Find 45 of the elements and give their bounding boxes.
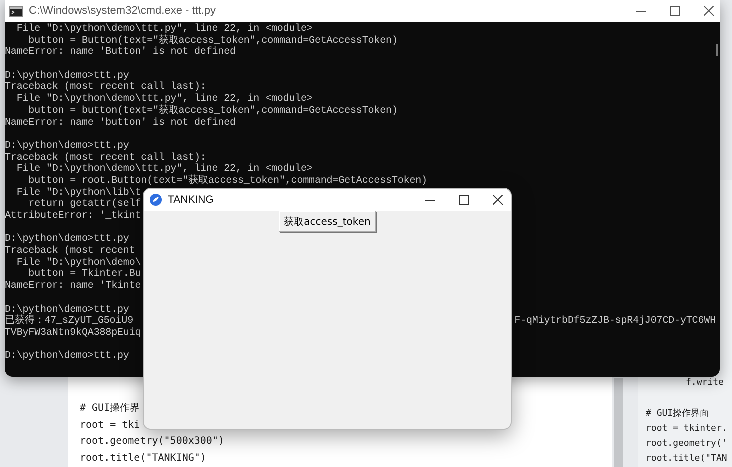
console-line: Traceback (most recent call last): xyxy=(5,82,206,94)
console-line: File "D:\python\demo\ttt.py", line 22, in <module> xyxy=(16,24,313,35)
console-line: Traceback (most recent xyxy=(5,246,136,258)
console-line: F-qMiytrbDf5zZJB-spR4jJ07CD-yTC6WH xyxy=(514,316,716,328)
code-line: root = tki xyxy=(80,418,142,432)
console-line: button = root.Button(text="获取access_token",command=GetAccessToken) xyxy=(28,176,428,188)
code-line: root.geometry("500x300") xyxy=(80,435,226,449)
terminal-icon xyxy=(9,6,23,16)
window-title: TANKING xyxy=(168,194,214,206)
console-line: File "D:\python\demo\ttt.py", line 22, in <module> xyxy=(16,94,313,106)
code-line: # GUI操作界 xyxy=(80,402,142,416)
console-line: TVByFW3aNtn9kQA388pEuiq xyxy=(5,328,142,340)
console-line: button = Button(text="获取access_token",command=GetAccessToken) xyxy=(5,36,398,48)
console-line: return getattr(self xyxy=(28,199,142,210)
code-line: root.title("TAN xyxy=(646,453,728,466)
close-icon[interactable] xyxy=(704,6,714,16)
console-line: button = Tkinter.Bu xyxy=(28,269,142,280)
console-line: Traceback (most recent call last): xyxy=(5,152,206,164)
console-line: NameError: name 'Button' is not defined xyxy=(5,47,236,60)
maximize-icon[interactable] xyxy=(670,6,680,16)
close-icon[interactable] xyxy=(493,195,503,205)
console-line: D:\python\demo>ttt.py xyxy=(5,70,130,82)
scrollbar[interactable] xyxy=(614,378,623,467)
console-line: File "D:\python\lib\t xyxy=(16,188,142,199)
console-line: D:\python\demo>ttt.py xyxy=(5,304,130,316)
console-line: D:\python\demo>ttt.py xyxy=(5,234,130,246)
code-line: root.geometry(' xyxy=(646,438,728,451)
console-line: D:\python\demo>ttt.py xyxy=(5,351,130,363)
console-line: File "D:\python\demo\ xyxy=(16,258,142,269)
feather-icon xyxy=(150,194,162,206)
console-line: AttributeError: '_tkint xyxy=(5,211,142,223)
console-line: D:\python\demo>ttt.py xyxy=(5,140,130,152)
code-line: f.write xyxy=(685,376,725,390)
get-token-button[interactable]: 获取access_token xyxy=(279,211,376,232)
console-line: button = button(text="获取access_token",command=GetAccessToken) xyxy=(28,106,398,118)
console-line: NameError: name 'Tkinte xyxy=(5,281,142,293)
window-title: C:\Windows\system32\cmd.exe - ttt.py xyxy=(29,5,216,17)
scrollbar-thumb[interactable] xyxy=(716,44,718,56)
console-line: NameError: name 'button' is not defined xyxy=(5,118,236,130)
code-line: # GUI操作界面 xyxy=(646,408,710,421)
console-line: File "D:\python\demo\ttt.py", line 22, in <module> xyxy=(16,164,313,176)
maximize-icon[interactable] xyxy=(459,195,469,205)
console-line: 已获得：47_sZyUT_G5oiU9 xyxy=(5,316,134,328)
code-line: root.title("TANKING") xyxy=(80,452,208,466)
code-line: root = tkinter. xyxy=(646,423,728,436)
